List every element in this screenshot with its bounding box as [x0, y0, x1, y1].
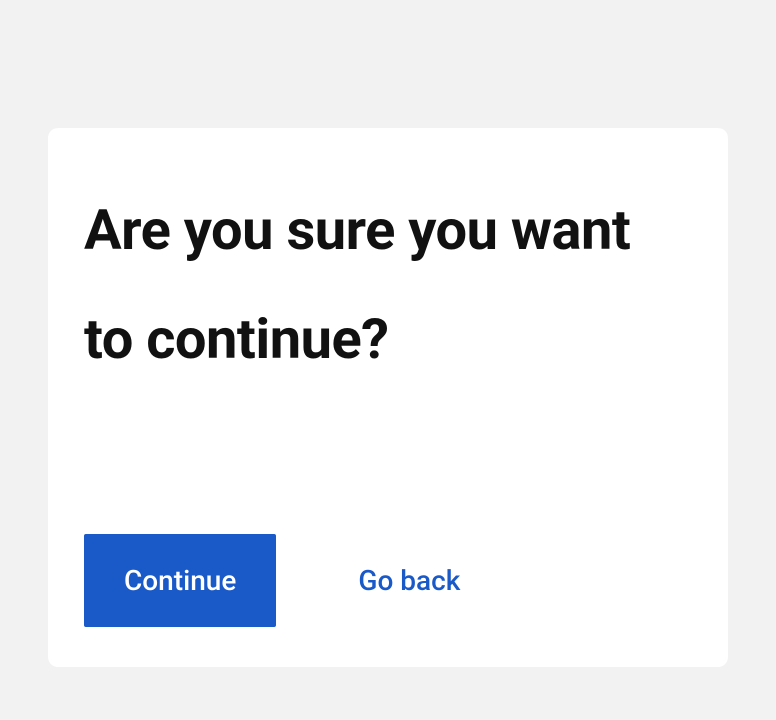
dialog-actions: Continue Go back [84, 534, 692, 627]
continue-button[interactable]: Continue [84, 534, 276, 627]
confirmation-dialog: Are you sure you want to continue? Conti… [48, 128, 728, 667]
dialog-title: Are you sure you want to continue? [84, 176, 692, 394]
go-back-button[interactable]: Go back [356, 534, 462, 627]
